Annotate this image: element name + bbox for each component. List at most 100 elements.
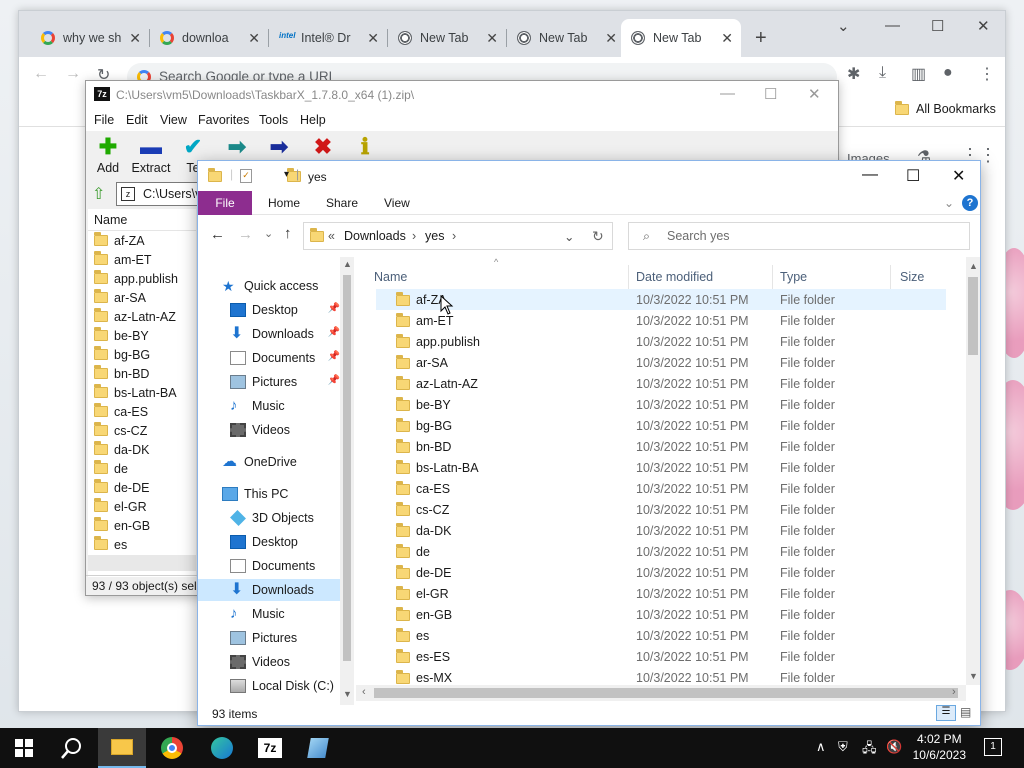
table-row[interactable]: da-DK 10/3/2022 10:51 PM File folder [376,520,946,541]
column-header-size[interactable]: Size [900,270,924,284]
tab-view[interactable]: View [384,196,410,210]
taskbar-7zip[interactable]: 7z [246,728,294,768]
nav-pc-pictures[interactable]: Pictures [230,627,340,649]
table-row[interactable]: cs-CZ 10/3/2022 10:51 PM File folder [376,499,946,520]
table-row[interactable]: ca-ES 10/3/2022 10:51 PM File folder [376,478,946,499]
nav-local-disk[interactable]: Local Disk (C:) [230,675,340,697]
nav-pc-documents[interactable]: Documents [230,555,340,577]
security-icon[interactable]: ⛨ [838,739,848,755]
breadcrumb-downloads[interactable]: Downloads [344,229,406,243]
list-item[interactable]: es [88,535,196,554]
list-item[interactable]: da-DK [88,440,196,459]
nav-music[interactable]: ♪ Music [230,395,340,417]
table-row[interactable]: es-ES 10/3/2022 10:51 PM File folder [376,646,946,667]
taskbar-file-explorer[interactable] [98,728,146,768]
delete-button[interactable]: ✖ [310,133,336,161]
close-button[interactable]: ✕ [977,17,990,35]
close-button[interactable]: ✕ [808,85,821,103]
nav-videos[interactable]: Videos [230,419,340,441]
close-tab-icon[interactable]: ✕ [367,30,379,47]
nav-documents[interactable]: Documents 📌 [230,347,340,369]
table-row[interactable]: app.publish 10/3/2022 10:51 PM File folder [376,331,946,352]
table-row[interactable]: be-BY 10/3/2022 10:51 PM File folder [376,394,946,415]
refresh-icon[interactable]: ↻ [592,228,604,245]
forward-icon[interactable]: → [65,65,81,83]
taskbar-edge[interactable] [198,728,246,768]
table-row[interactable]: en-GB 10/3/2022 10:51 PM File folder [376,604,946,625]
extract-button[interactable]: ▬ Extract [130,133,172,175]
list-item[interactable]: ca-ES [88,402,196,421]
content-vertical-scrollbar[interactable]: ▲ ▼ [966,257,980,685]
maximize-button[interactable]: ☐ [906,166,920,186]
list-item[interactable]: de-DE [88,478,196,497]
side-panel-icon[interactable]: ▥ [911,64,926,84]
chrome-tab[interactable]: intel Intel® Dr ✕ [269,19,388,57]
menu-edit[interactable]: Edit [126,113,148,127]
nav-3d-objects[interactable]: 3D Objects [230,507,340,529]
menu-favorites[interactable]: Favorites [198,113,249,127]
copy-button[interactable]: ➡ [224,133,250,161]
table-row[interactable]: es 10/3/2022 10:51 PM File folder [376,625,946,646]
column-header-name[interactable]: Name [374,270,407,284]
tab-share[interactable]: Share [326,196,358,210]
menu-help[interactable]: Help [300,113,326,127]
add-button[interactable]: ✚ Add [94,133,122,175]
table-row[interactable]: am-ET 10/3/2022 10:51 PM File folder [376,310,946,331]
nav-scrollbar[interactable]: ▲ ▼ [340,257,354,705]
network-icon[interactable]: 🖧 [862,739,877,761]
show-hidden-icons[interactable]: ∧ [816,739,826,755]
close-tab-icon[interactable]: ✕ [248,30,260,47]
new-tab-button[interactable]: + [745,19,775,57]
minimize-button[interactable]: — [885,17,900,34]
breadcrumb[interactable]: « Downloads › yes › ⌄ [303,222,613,250]
table-row[interactable]: es-MX 10/3/2022 10:51 PM File folder [376,667,946,685]
nav-desktop[interactable]: Desktop 📌 [230,299,340,321]
profile-icon[interactable]: ● [943,64,953,82]
downloads-icon[interactable]: ⤓ [879,64,886,82]
table-row[interactable]: bs-Latn-BA 10/3/2022 10:51 PM File folder [376,457,946,478]
table-row[interactable]: de 10/3/2022 10:51 PM File folder [376,541,946,562]
taskbar-clock[interactable]: 4:02 PM 10/6/2023 [913,731,966,763]
table-row[interactable]: el-GR 10/3/2022 10:51 PM File folder [376,583,946,604]
info-button[interactable]: ℹ [352,133,378,161]
column-header-type[interactable]: Type [780,270,807,284]
table-row[interactable]: bn-BD 10/3/2022 10:51 PM File folder [376,436,946,457]
content-horizontal-scrollbar[interactable]: ‹ › [356,685,966,701]
list-item[interactable]: be-BY [88,326,196,345]
forward-icon[interactable]: → [238,226,253,243]
help-icon[interactable]: ? [962,195,978,211]
details-view-icon[interactable]: ☰ [936,705,956,721]
close-tab-icon[interactable]: ✕ [721,30,733,47]
taskbar-notepad[interactable] [294,728,342,768]
new-folder-icon[interactable] [287,168,302,182]
table-row[interactable]: ar-SA 10/3/2022 10:51 PM File folder [376,352,946,373]
taskbar-chrome[interactable] [148,728,196,768]
chrome-tab[interactable]: downloa ✕ [150,19,269,57]
list-item[interactable]: ar-SA [88,288,196,307]
list-item[interactable]: bs-Latn-BA [88,383,196,402]
search-input[interactable]: Search yes [667,229,730,243]
up-icon[interactable]: ↑ [284,225,292,242]
minimize-button[interactable]: — [720,85,735,102]
all-bookmarks[interactable]: All Bookmarks [916,102,996,116]
notification-center-icon[interactable]: 1 [984,738,1002,756]
table-row[interactable]: az-Latn-AZ 10/3/2022 10:51 PM File folder [376,373,946,394]
list-item[interactable]: am-ET [88,250,196,269]
breadcrumb-separator-icon[interactable]: › [412,229,416,243]
expand-ribbon-icon[interactable]: ⌄ [944,196,954,210]
tab-home[interactable]: Home [268,196,300,210]
minimize-button[interactable]: — [862,166,878,184]
search-button[interactable] [48,728,96,768]
list-item[interactable]: bg-BG [88,345,196,364]
list-item[interactable]: de [88,459,196,478]
address-dropdown-icon[interactable]: ⌄ [564,229,574,244]
up-folder-icon[interactable]: ⇧ [92,184,105,204]
7zip-horizontal-scrollbar[interactable] [88,555,196,571]
tab-search-icon[interactable]: ⌄ [837,17,850,35]
list-item[interactable]: bn-BD [88,364,196,383]
chrome-tab[interactable]: New Tab ✕ [507,19,625,57]
nav-downloads[interactable]: ⬇ Downloads 📌 [230,323,340,345]
nav-pictures[interactable]: Pictures 📌 [230,371,340,393]
chrome-tab-active[interactable]: New Tab ✕ [621,19,741,57]
customize-qat-icon[interactable]: ▾ [284,169,289,180]
